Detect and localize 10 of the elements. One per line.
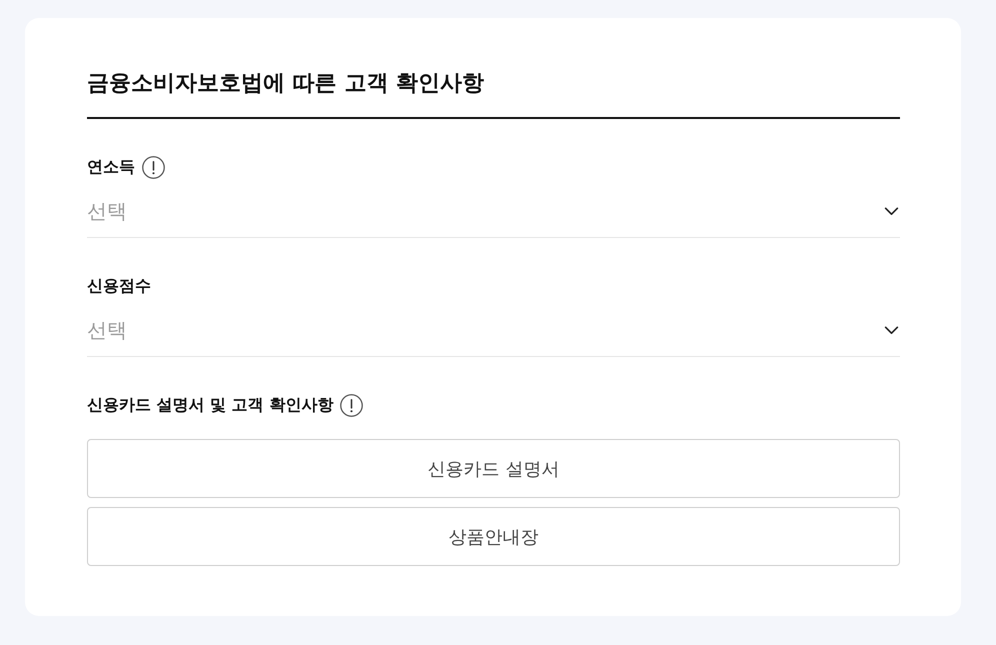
- exclamation-circle-icon[interactable]: [142, 156, 165, 178]
- document-button[interactable]: 신용카드 설명서: [87, 439, 900, 498]
- section-label: 신용카드 설명서 및 고객 확인사항: [87, 394, 334, 416]
- chevron-down-icon: [884, 326, 899, 334]
- section-title: 금융소비자보호법에 따른 고객 확인사항: [87, 70, 485, 98]
- field-label: 연소득: [87, 156, 135, 178]
- document-button[interactable]: 상품안내장: [87, 507, 900, 566]
- exclamation-circle-icon[interactable]: [340, 394, 364, 416]
- field-label: 신용점수: [87, 275, 151, 297]
- chevron-down-icon: [884, 206, 899, 216]
